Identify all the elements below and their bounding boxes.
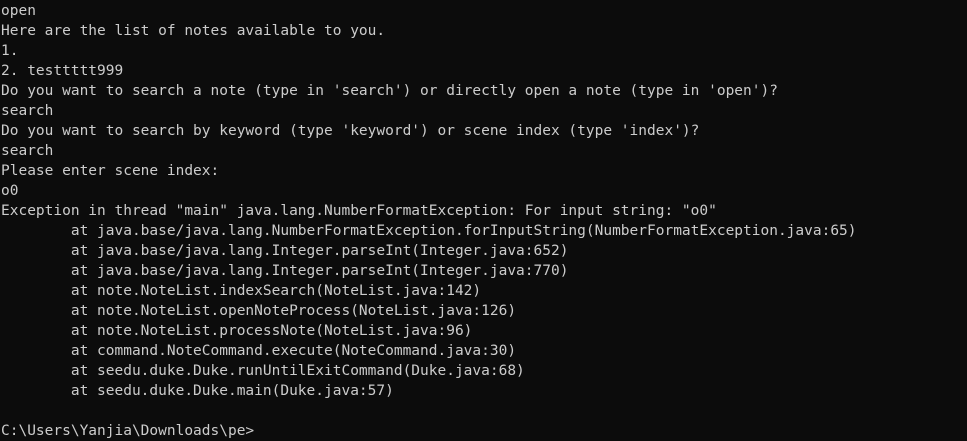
- terminal-line: Here are the list of notes available to …: [1, 23, 386, 39]
- stack-trace-line: at command.NoteCommand.execute(NoteComma…: [1, 343, 517, 359]
- stack-trace-line: at java.base/java.lang.NumberFormatExcep…: [1, 223, 857, 239]
- stack-trace-line: at note.NoteList.openNoteProcess(NoteLis…: [1, 303, 517, 319]
- text-cursor: [254, 423, 255, 439]
- terminal-line: search: [1, 143, 54, 159]
- command-prompt-line[interactable]: C:\Users\Yanjia\Downloads\pe>: [1, 421, 967, 441]
- stack-trace-line: at java.base/java.lang.Integer.parseInt(…: [1, 243, 569, 259]
- terminal-line: o0: [1, 183, 19, 199]
- stack-trace-line: at java.base/java.lang.Integer.parseInt(…: [1, 263, 569, 279]
- terminal-window[interactable]: open Here are the list of notes availabl…: [0, 0, 967, 441]
- terminal-line: Please enter scene index:: [1, 163, 220, 179]
- stack-trace-line: at note.NoteList.indexSearch(NoteList.ja…: [1, 283, 482, 299]
- terminal-line: open: [1, 3, 36, 19]
- terminal-line: Do you want to search a note (type in 's…: [1, 83, 778, 99]
- stack-trace-line: at seedu.duke.Duke.runUntilExitCommand(D…: [1, 363, 525, 379]
- command-prompt: C:\Users\Yanjia\Downloads\pe>: [1, 423, 255, 439]
- exception-line: Exception in thread "main" java.lang.Num…: [1, 203, 717, 219]
- terminal-line: search: [1, 103, 54, 119]
- stack-trace-line: at seedu.duke.Duke.main(Duke.java:57): [1, 383, 394, 399]
- stack-trace-line: at note.NoteList.processNote(NoteList.ja…: [1, 323, 473, 339]
- terminal-line: 2. testtttt999: [1, 63, 124, 79]
- terminal-line: 1.: [1, 43, 19, 59]
- terminal-line: Do you want to search by keyword (type '…: [1, 123, 700, 139]
